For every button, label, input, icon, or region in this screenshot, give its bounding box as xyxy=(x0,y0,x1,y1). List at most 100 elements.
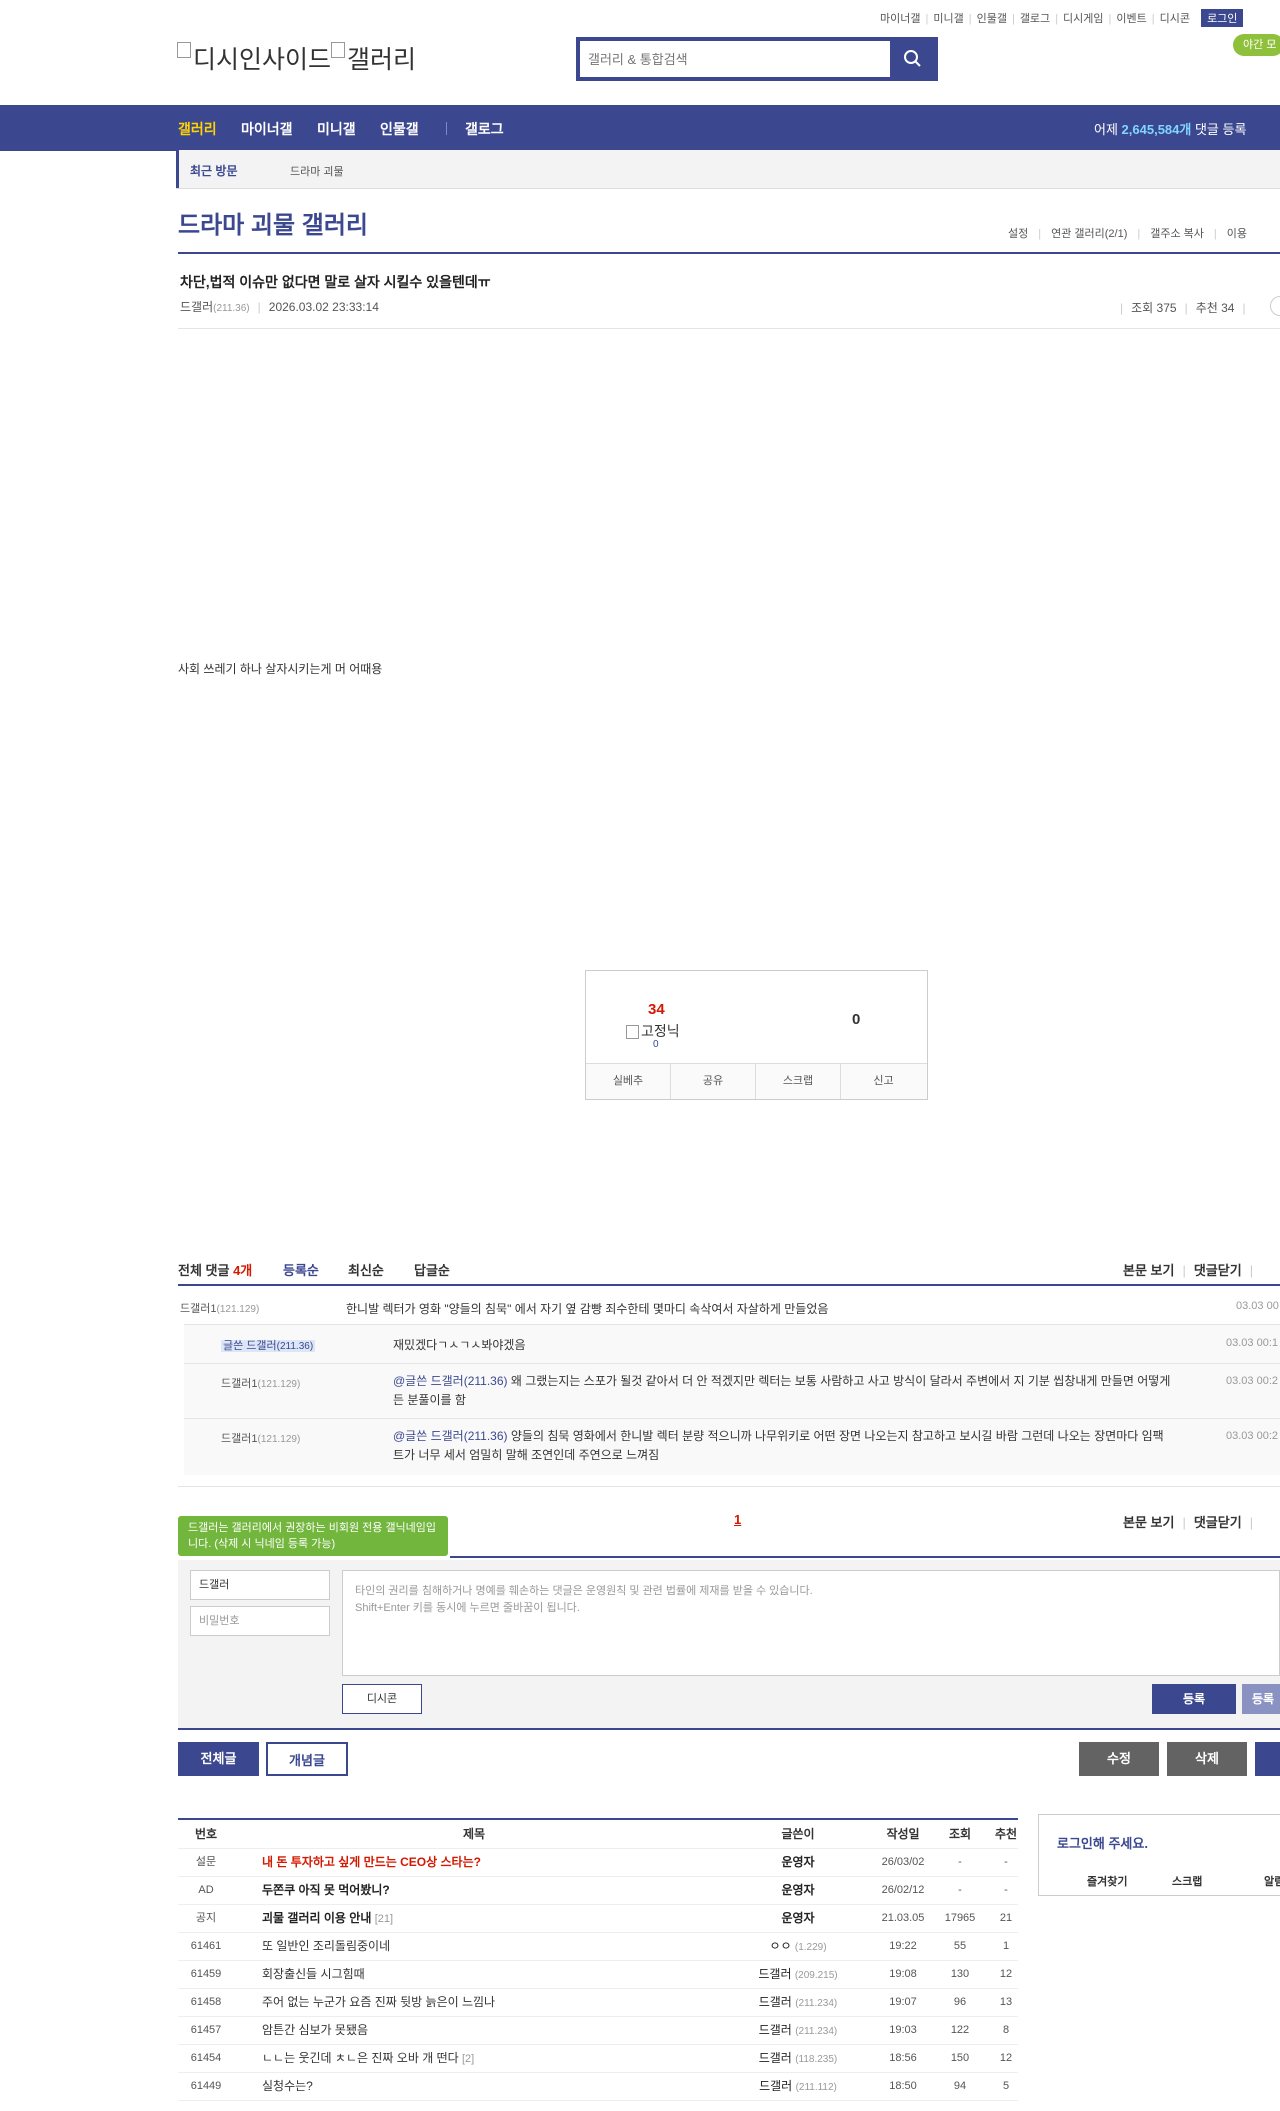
login-prompt-title[interactable]: 로그인해 주세요. xyxy=(1057,1833,1148,1852)
scrap-button[interactable]: 스크랩 xyxy=(756,1064,841,1099)
post-meta: 드갤러(211.36) | 2026.03.02 23:33:14 xyxy=(180,300,379,314)
table-row[interactable]: AD 두쫀쿠 아직 못 먹어봤니? 운영자 26/02/12 - - xyxy=(178,1876,1018,1905)
comment-writer[interactable]: 드갤러1(121.129) xyxy=(180,1300,259,1316)
view-body-link[interactable]: 본문 보기 xyxy=(1123,1263,1174,1278)
comment-mention[interactable]: @글쓴 드갤러(211.36) xyxy=(393,1374,508,1388)
post-writer[interactable]: 운영자 xyxy=(728,1876,868,1906)
notification-button[interactable]: 알림 xyxy=(1264,1873,1280,1889)
search-button[interactable] xyxy=(890,41,934,77)
post-title-link[interactable]: 두쫀쿠 아직 못 먹어봤니? xyxy=(262,1876,390,1905)
topmenu-gallog[interactable]: 갤로그 xyxy=(1020,13,1050,25)
header-title: 제목 xyxy=(463,1827,486,1841)
topmenu-mini[interactable]: 미니갤 xyxy=(933,13,963,25)
post-title-link[interactable]: 괴물 갤러리 이용 안내 [21] xyxy=(262,1904,393,1933)
gallery-settings-link[interactable]: 설정 xyxy=(1008,228,1028,240)
related-gallery-link[interactable]: 연관 갤러리(2/1) xyxy=(1051,228,1127,240)
table-row[interactable]: 공지 괴물 갤러리 이용 안내 [21] 운영자 21.03.05 17965 21 xyxy=(178,1904,1018,1933)
all-posts-tab[interactable]: 전체글 xyxy=(178,1742,259,1776)
post-recommend: 1 xyxy=(1002,1940,1010,1952)
table-row[interactable]: 61459 회장출신들 시그힘때 드갤러 (209.215) 19:08 130 12 xyxy=(178,1960,1018,1989)
comment-writer[interactable]: 글쓴 드갤러(211.36) xyxy=(221,1337,316,1353)
logo-alt-dcinside: 디시인사이드 xyxy=(193,46,332,74)
copy-address-link[interactable]: 갤주소 복사 xyxy=(1150,228,1204,240)
comment-writer[interactable]: 드갤러1(121.129) xyxy=(221,1430,300,1446)
comment-mention[interactable]: @글쓴 드갤러(211.36) xyxy=(393,1429,508,1443)
comment-writer[interactable]: 드갤러1(121.129) xyxy=(221,1375,300,1391)
night-mode-toggle[interactable]: 야간 모 xyxy=(1233,34,1280,56)
comment-textarea[interactable]: 타인의 권리를 침해하거나 명예를 훼손하는 댓글은 운영원칙 및 관련 법률에… xyxy=(342,1570,1280,1676)
sort-latest[interactable]: 최신순 xyxy=(348,1260,384,1279)
search-input[interactable] xyxy=(580,41,880,77)
post-title-link[interactable]: ㄴㄴ는 웃긴데 ㅊㄴ은 진짜 오바 개 떤다 [2] xyxy=(262,2044,474,2073)
table-row[interactable]: 설문 내 돈 투자하고 싶게 만드는 CEO상 스타는? 운영자 26/03/02… xyxy=(178,1848,1018,1877)
comment-count-badge[interactable]: [2] xyxy=(462,2053,474,2065)
post-writer[interactable]: 드갤러 (118.235) xyxy=(728,2044,868,2074)
post-recommend: 13 xyxy=(999,1996,1013,2008)
recent-visit-item[interactable]: 드라마 괴물 xyxy=(290,163,344,179)
table-row[interactable]: 61461 또 일반인 조리돌림중이네 ㅇㅇ (1.229) 19:22 55 1 xyxy=(178,1932,1018,1961)
edit-button[interactable]: 수정 xyxy=(1079,1742,1159,1776)
topmenu-person[interactable]: 인물갤 xyxy=(977,13,1007,25)
post-header-divider xyxy=(178,328,1280,329)
scrap-list-button[interactable]: 스크랩 xyxy=(1172,1873,1202,1889)
post-writer[interactable]: 운영자 xyxy=(728,1904,868,1934)
topmenu-minor[interactable]: 마이너갤 xyxy=(880,13,920,25)
best-recommend-button[interactable]: 실베추 xyxy=(586,1064,671,1099)
post-title-link[interactable]: 내 돈 투자하고 싶게 만드는 CEO상 스타는? xyxy=(262,1848,481,1877)
post-title-link[interactable]: 회장출신들 시그힘때 xyxy=(262,1960,365,1989)
post-writer[interactable]: 운영자 xyxy=(728,1848,868,1878)
comment-header: 전체 댓글 4개 등록순 최신순 답글순 본문 보기 | 댓글닫기 | xyxy=(178,1260,1280,1279)
delete-button[interactable]: 삭제 xyxy=(1167,1742,1247,1776)
report-button[interactable]: 신고 xyxy=(841,1064,926,1099)
comment-submit-recommend-button[interactable]: 등록 xyxy=(1242,1684,1280,1714)
table-row[interactable]: 61458 주어 없는 누군가 요즘 진짜 뒷방 늙은이 느낌나 드갤러 (211… xyxy=(178,1988,1018,2017)
post-menu-icon[interactable] xyxy=(1270,296,1280,316)
comment-submit-button[interactable]: 등록 xyxy=(1152,1684,1236,1714)
close-comments-link[interactable]: 댓글닫기 xyxy=(1194,1515,1242,1530)
view-body-link[interactable]: 본문 보기 xyxy=(1123,1515,1174,1530)
close-comments-link[interactable]: 댓글닫기 xyxy=(1194,1263,1242,1278)
nickname-field[interactable]: 드갤러 xyxy=(190,1570,330,1600)
topmenu-dccon[interactable]: 디시콘 xyxy=(1160,13,1190,25)
topmenu-game[interactable]: 디시게임 xyxy=(1063,13,1103,25)
post-writer[interactable]: 드갤러 (209.215) xyxy=(728,1960,868,1990)
fixnick-image: 고정닉 xyxy=(626,1021,680,1041)
post-recommend: 5 xyxy=(1002,2080,1010,2092)
post-writer[interactable]: ㅇㅇ (1.229) xyxy=(728,1932,868,1962)
comment-page-current[interactable]: 1 xyxy=(734,1512,741,1527)
post-title-link[interactable]: 주어 없는 누군가 요즘 진짜 뒷방 늙은이 느낌나 xyxy=(262,1988,495,2017)
post-writer[interactable]: 드갤러 xyxy=(180,300,213,314)
topmenu-event[interactable]: 이벤트 xyxy=(1116,13,1146,25)
table-row[interactable]: 61454 ㄴㄴ는 웃긴데 ㅊㄴ은 진짜 오바 개 떤다 [2] 드갤러 (118.… xyxy=(178,2044,1018,2073)
comment-date: 03.03 00:1 xyxy=(1226,1337,1278,1349)
gallery-title[interactable]: 드라마 괴물 갤러리 xyxy=(178,205,368,240)
table-row[interactable]: 61449 실청수는? 드갤러 (211.112) 18:50 94 5 xyxy=(178,2072,1018,2101)
favorites-button[interactable]: 즐겨찾기 xyxy=(1087,1873,1127,1889)
sort-registered[interactable]: 등록순 xyxy=(283,1260,319,1279)
nav-minor-gallery[interactable]: 마이너갤 xyxy=(241,119,293,139)
sort-reply[interactable]: 답글순 xyxy=(414,1260,450,1279)
comment-count-badge[interactable]: [21] xyxy=(375,1913,393,1925)
site-logo[interactable]: 디시인사이드 갤러리 xyxy=(177,40,416,76)
password-field[interactable]: 비밀번호 xyxy=(190,1606,330,1636)
share-button[interactable]: 공유 xyxy=(671,1064,756,1099)
post-title-link[interactable]: 암튼간 심보가 못됐음 xyxy=(262,2016,368,2045)
write-button[interactable] xyxy=(1255,1742,1280,1776)
nav-mini-gallery[interactable]: 미니갤 xyxy=(317,119,356,139)
write-divider xyxy=(450,1556,1280,1558)
nav-gallog[interactable]: 갤로그 xyxy=(465,119,504,139)
nav-person-gallery[interactable]: 인물갤 xyxy=(380,119,419,139)
nav-gallery[interactable]: 갤러리 xyxy=(178,119,217,139)
post-writer[interactable]: 드갤러 (211.234) xyxy=(728,2016,868,2046)
post-writer[interactable]: 드갤러 (211.234) xyxy=(728,1988,868,2018)
post-title-link[interactable]: 실청수는? xyxy=(262,2072,313,2101)
concept-posts-tab[interactable]: 개념글 xyxy=(266,1742,348,1776)
guest-nickname-tip: 드갤러는 갤러리에서 권장하는 비회원 전용 갤닉네임입니다. (삭제 시 닉네… xyxy=(178,1516,448,1556)
recommend-action-bar: 실베추 공유 스크랩 신고 xyxy=(586,1063,927,1099)
login-button[interactable]: 로그인 xyxy=(1201,9,1244,27)
table-row[interactable]: 61457 암튼간 심보가 못됐음 드갤러 (211.234) 19:03 122 8 xyxy=(178,2016,1018,2045)
post-writer[interactable]: 드갤러 (211.112) xyxy=(728,2072,868,2102)
usage-link[interactable]: 이용 xyxy=(1227,228,1247,240)
post-title-link[interactable]: 또 일반인 조리돌림중이네 xyxy=(262,1932,390,1961)
dccon-button[interactable]: 디시콘 xyxy=(342,1684,422,1714)
